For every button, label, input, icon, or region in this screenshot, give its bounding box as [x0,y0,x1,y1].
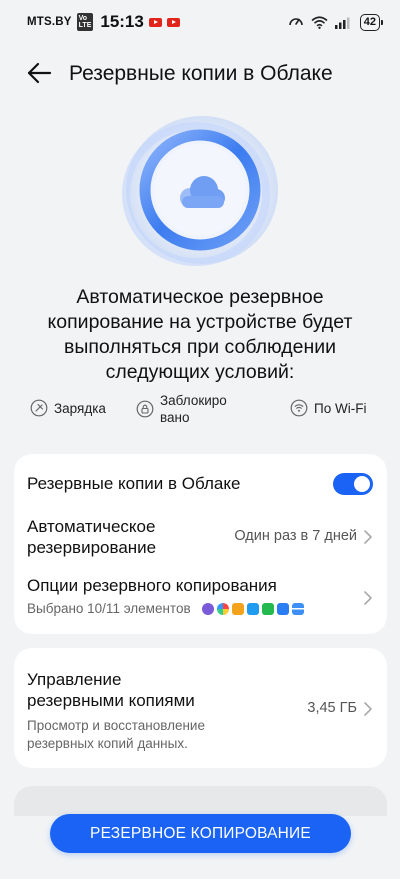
signal-icon [334,17,350,29]
next-card-peek [14,786,387,816]
manage-backups-row[interactable]: Управление резервными копиями Просмотр и… [27,669,373,753]
cloud-icon [122,116,278,266]
wifi-icon [311,15,328,29]
files-icon [232,603,245,616]
contacts-icon [277,603,290,616]
backup-description: Автоматическое резервное копирование на … [47,286,353,383]
cloud-backup-row[interactable]: Резервные копии в Облаке [27,473,373,495]
battery-icon: 42 [359,13,384,31]
chevron-right-icon [364,530,372,544]
photos-icon [217,603,230,616]
condition-wifi: По Wi-Fi [290,399,366,417]
manage-label-line1: Управление [27,670,122,689]
notes-icon [292,603,305,616]
condition-locked: Заблокиро вано [136,392,227,426]
speed-icon [288,18,303,26]
carrier-name: MTS.BY [27,16,72,28]
conditions-list: Зарядка Заблокиро вано По Wi-Fi [0,392,400,426]
messages-icon [247,603,260,616]
manage-label-line2: резервными копиями [27,691,195,710]
manage-subtitle-line1: Просмотр и восстановление [27,718,205,733]
manage-backups-card[interactable]: Управление резервными копиями Просмотр и… [14,648,387,768]
app-icons-strip [202,603,305,616]
condition-label: вано [160,410,190,425]
cloud-backup-label: Резервные копии в Облаке [27,474,241,493]
app-header: Резервные копии в Облаке [0,52,400,94]
arrow-left-icon[interactable] [26,61,52,85]
charging-icon [30,399,48,417]
backup-options-row[interactable]: Опции резервного копирования Выбрано 10/… [27,575,373,621]
status-bar: MTS.BY Vo LTE 15:13 42 [0,0,400,44]
youtube-icon [148,17,162,27]
chevron-right-icon [364,591,372,605]
page-title: Резервные копии в Облаке [69,62,333,85]
storage-size-value: 3,45 ГБ [307,700,357,716]
backup-options-subtitle: Выбрано 10/11 элементов [27,600,373,618]
youtube-icon [166,17,180,27]
auto-backup-row[interactable]: Автоматическое резервирование Один раз в… [27,516,373,560]
auto-backup-value: Один раз в 7 дней [234,528,357,544]
auto-backup-label-line1: Автоматическое [27,517,156,536]
wifi-icon [290,399,308,417]
cloud-backup-toggle[interactable] [333,473,373,495]
condition-label: По Wi-Fi [314,400,367,416]
lock-icon [136,400,154,418]
backup-options-count: Выбрано 10/11 элементов [27,601,191,616]
condition-label: Заблокиро [160,393,227,408]
manage-backups-subtitle: Просмотр и восстановление резервных копи… [27,717,373,753]
settings-card: Резервные копии в Облаке Автоматическое … [14,454,387,634]
manage-subtitle-line2: резервных копий данных. [27,736,188,751]
condition-label: Зарядка [54,400,106,416]
auto-backup-label-line2: резервирование [27,538,157,557]
condition-charging: Зарядка [30,399,106,417]
status-time: 15:13 [100,12,144,31]
backup-now-button[interactable]: РЕЗЕРВНОЕ КОПИРОВАНИЕ [50,814,351,853]
phone-icon [262,603,275,616]
backup-options-label: Опции резервного копирования [27,576,277,595]
gallery-icon [202,603,215,616]
volte-badge: Vo LTE [76,13,94,31]
chevron-right-icon [364,702,372,716]
